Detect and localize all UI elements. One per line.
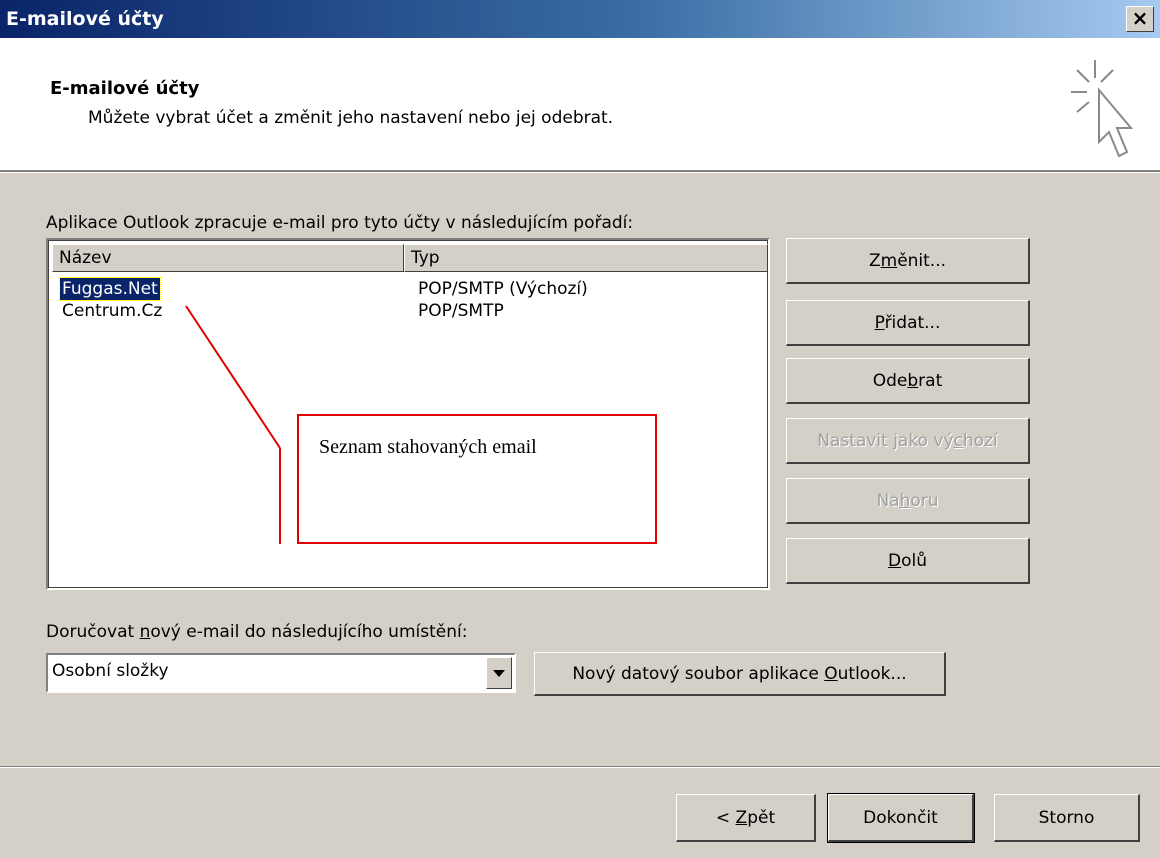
annotation-pointer-line — [185, 305, 281, 449]
annotation-callout: Seznam stahovaných email — [297, 414, 657, 544]
annotation-text: Seznam stahovaných email — [319, 436, 537, 458]
